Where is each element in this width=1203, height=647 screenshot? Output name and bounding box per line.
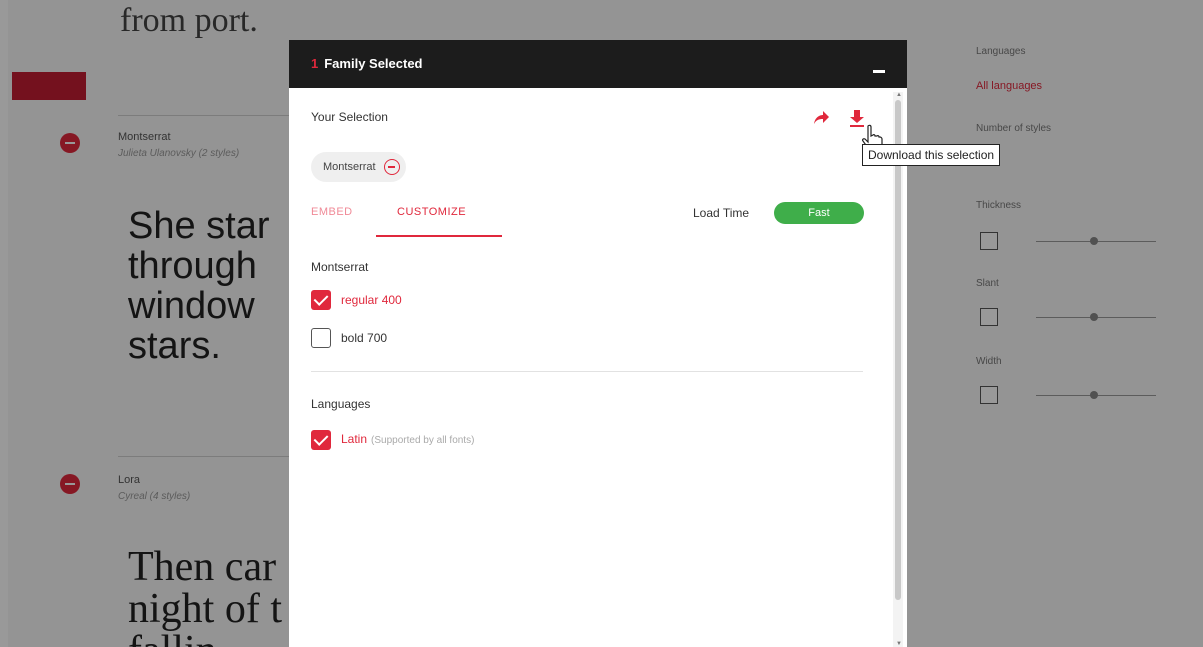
- style-label[interactable]: bold 700: [341, 331, 387, 345]
- family-styles-heading: Montserrat: [311, 260, 369, 274]
- chip-label: Montserrat: [323, 161, 376, 173]
- language-note: (Supported by all fonts): [371, 435, 475, 446]
- drawer-scrollbar[interactable]: ▲ ▼: [893, 92, 903, 647]
- drawer-title: 1 Family Selected: [311, 56, 423, 71]
- family-selection-drawer: 1 Family Selected Your Selection Montserr…: [289, 40, 907, 647]
- tab-customize[interactable]: CUSTOMIZE: [397, 206, 466, 218]
- download-tooltip: Download this selection: [862, 144, 1001, 166]
- selected-count: 1: [311, 56, 319, 71]
- scroll-down-icon[interactable]: ▼: [896, 641, 902, 647]
- tab-embed[interactable]: EMBED: [311, 206, 353, 218]
- load-time-label: Load Time: [693, 206, 750, 220]
- style-label[interactable]: regular 400: [341, 293, 402, 307]
- remove-circle-icon[interactable]: [383, 159, 400, 175]
- active-tab-indicator: [376, 235, 502, 237]
- share-icon[interactable]: [811, 108, 831, 128]
- drawer-header[interactable]: 1 Family Selected: [289, 40, 907, 88]
- style-checkbox-regular-400[interactable]: [311, 290, 331, 310]
- load-time-badge: Fast: [774, 202, 864, 224]
- drawer-title-text: Family Selected: [324, 56, 423, 71]
- scrollbar-thumb[interactable]: [895, 100, 901, 600]
- languages-heading: Languages: [311, 397, 371, 411]
- section-divider: [311, 371, 863, 372]
- language-name: Latin: [341, 432, 368, 446]
- your-selection-heading: Your Selection: [311, 110, 388, 124]
- scroll-up-icon[interactable]: ▲: [896, 92, 902, 98]
- minimize-icon[interactable]: [873, 70, 885, 73]
- language-checkbox-latin[interactable]: [311, 430, 331, 450]
- language-label[interactable]: Latin (Supported by all fonts): [341, 432, 474, 446]
- selected-family-chip: Montserrat: [311, 152, 406, 182]
- style-checkbox-bold-700[interactable]: [311, 328, 331, 348]
